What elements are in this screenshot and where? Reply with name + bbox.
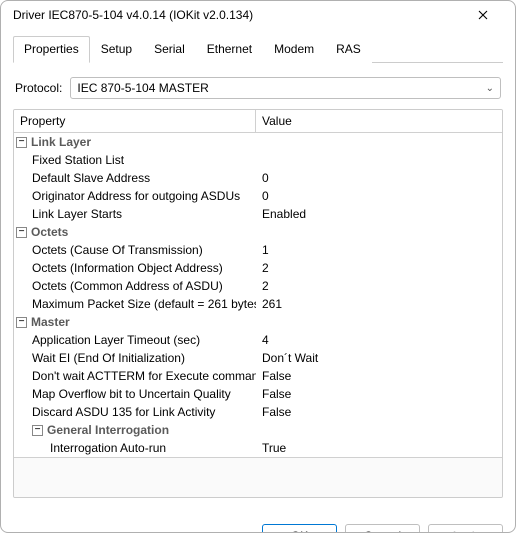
property-label: Octets <box>31 225 68 239</box>
property-cell: Maximum Packet Size (default = 261 bytes… <box>14 297 256 311</box>
close-icon <box>478 10 488 20</box>
tab-ras[interactable]: RAS <box>325 36 372 63</box>
property-cell: Fixed Station List <box>14 153 256 167</box>
property-cell: Application Layer Timeout (sec) <box>14 333 256 347</box>
value-cell[interactable]: Don´t Wait <box>256 351 502 365</box>
apply-button: Apply <box>428 524 503 533</box>
property-cell: Discard ASDU 135 for Link Activity <box>14 405 256 419</box>
value-cell[interactable]: 0 <box>256 189 502 203</box>
header-property[interactable]: Property <box>14 110 256 132</box>
property-row[interactable]: Map Overflow bit to Uncertain Quality Fal… <box>14 385 502 403</box>
property-cell: −Link Layer <box>14 135 256 149</box>
property-label: Default Slave Address <box>32 171 150 185</box>
property-cell: Octets (Common Address of ASDU) <box>14 279 256 293</box>
group-row[interactable]: −General Interrogation <box>14 421 502 439</box>
property-label: Discard ASDU 135 for Link Activity <box>32 405 215 419</box>
protocol-value: IEC 870-5-104 MASTER <box>77 81 208 95</box>
property-label: Application Layer Timeout (sec) <box>32 333 200 347</box>
titlebar: Driver IEC870-5-104 v4.0.14 (IOKit v2.0.… <box>1 1 515 29</box>
property-row[interactable]: Discard ASDU 135 for Link Activity False <box>14 403 502 421</box>
property-row[interactable]: Wait EI (End Of Initialization) Don´t Wai… <box>14 349 502 367</box>
property-cell: Originator Address for outgoing ASDUs <box>14 189 256 203</box>
property-cell: −Master <box>14 315 256 329</box>
property-cell: Don't wait ACTTERM for Execute comman... <box>14 369 256 383</box>
property-row[interactable]: Don't wait ACTTERM for Execute comman...… <box>14 367 502 385</box>
property-label: Master <box>31 315 70 329</box>
property-row[interactable]: Maximum Packet Size (default = 261 bytes… <box>14 295 502 313</box>
property-cell: Interrogation Auto-run <box>14 441 256 455</box>
window-title: Driver IEC870-5-104 v4.0.14 (IOKit v2.0.… <box>13 8 253 22</box>
collapse-icon[interactable]: − <box>16 227 27 238</box>
property-label: Don't wait ACTTERM for Execute comman... <box>32 369 256 383</box>
property-label: Link Layer <box>31 135 91 149</box>
property-label: Wait EI (End Of Initialization) <box>32 351 185 365</box>
property-label: Octets (Common Address of ASDU) <box>32 279 223 293</box>
value-cell[interactable]: False <box>256 369 502 383</box>
property-label: Fixed Station List <box>32 153 124 167</box>
tab-serial[interactable]: Serial <box>143 36 196 63</box>
tab-strip: PropertiesSetupSerialEthernetModemRAS <box>13 35 503 63</box>
chevron-down-icon: ⌄ <box>486 83 494 94</box>
property-cell: Wait EI (End Of Initialization) <box>14 351 256 365</box>
group-row[interactable]: −Link Layer <box>14 133 502 151</box>
protocol-label: Protocol: <box>15 81 62 95</box>
button-bar: OK Cancel Apply <box>1 514 515 533</box>
dialog-window: Driver IEC870-5-104 v4.0.14 (IOKit v2.0.… <box>0 0 516 533</box>
value-cell[interactable]: False <box>256 387 502 401</box>
description-panel <box>14 457 502 497</box>
content-area: PropertiesSetupSerialEthernetModemRAS Pr… <box>1 29 515 514</box>
tab-properties[interactable]: Properties <box>13 36 90 63</box>
tab-ethernet[interactable]: Ethernet <box>196 36 263 63</box>
property-cell: −General Interrogation <box>14 423 256 437</box>
property-row[interactable]: Octets (Information Object Address) 2 <box>14 259 502 277</box>
property-row[interactable]: Interrogation Auto-run True <box>14 439 502 457</box>
property-cell: Octets (Cause Of Transmission) <box>14 243 256 257</box>
property-cell: Octets (Information Object Address) <box>14 261 256 275</box>
property-cell: Map Overflow bit to Uncertain Quality <box>14 387 256 401</box>
ok-button[interactable]: OK <box>262 524 337 533</box>
protocol-row: Protocol: IEC 870-5-104 MASTER ⌄ <box>15 77 501 99</box>
property-row[interactable]: Application Layer Timeout (sec) 4 <box>14 331 502 349</box>
cancel-button[interactable]: Cancel <box>345 524 420 533</box>
collapse-icon[interactable]: − <box>32 425 43 436</box>
property-label: Map Overflow bit to Uncertain Quality <box>32 387 231 401</box>
property-label: General Interrogation <box>47 423 169 437</box>
protocol-combo[interactable]: IEC 870-5-104 MASTER ⌄ <box>70 77 501 99</box>
close-button[interactable] <box>463 1 503 29</box>
property-row[interactable]: Default Slave Address 0 <box>14 169 502 187</box>
value-cell[interactable]: 1 <box>256 243 502 257</box>
property-cell: −Octets <box>14 225 256 239</box>
property-label: Octets (Information Object Address) <box>32 261 223 275</box>
property-row[interactable]: Octets (Cause Of Transmission) 1 <box>14 241 502 259</box>
grid-body[interactable]: −Link LayerFixed Station ListDefault Sla… <box>14 133 502 457</box>
property-grid: Property Value −Link LayerFixed Station … <box>13 109 503 498</box>
group-row[interactable]: −Master <box>14 313 502 331</box>
value-cell[interactable]: 2 <box>256 261 502 275</box>
value-cell[interactable]: 2 <box>256 279 502 293</box>
property-label: Octets (Cause Of Transmission) <box>32 243 203 257</box>
value-cell[interactable]: False <box>256 405 502 419</box>
header-value[interactable]: Value <box>256 110 502 132</box>
property-row[interactable]: Link Layer Starts Enabled <box>14 205 502 223</box>
property-row[interactable]: Fixed Station List <box>14 151 502 169</box>
property-row[interactable]: Octets (Common Address of ASDU) 2 <box>14 277 502 295</box>
value-cell[interactable]: 261 <box>256 297 502 311</box>
grid-header: Property Value <box>14 110 502 133</box>
collapse-icon[interactable]: − <box>16 137 27 148</box>
tab-setup[interactable]: Setup <box>90 36 143 63</box>
property-label: Link Layer Starts <box>32 207 122 221</box>
value-cell[interactable]: 0 <box>256 171 502 185</box>
value-cell[interactable]: 4 <box>256 333 502 347</box>
property-label: Maximum Packet Size (default = 261 bytes… <box>32 297 256 311</box>
collapse-icon[interactable]: − <box>16 317 27 328</box>
property-cell: Link Layer Starts <box>14 207 256 221</box>
property-row[interactable]: Originator Address for outgoing ASDUs 0 <box>14 187 502 205</box>
group-row[interactable]: −Octets <box>14 223 502 241</box>
tab-modem[interactable]: Modem <box>263 36 325 63</box>
property-cell: Default Slave Address <box>14 171 256 185</box>
property-label: Interrogation Auto-run <box>50 441 166 455</box>
property-label: Originator Address for outgoing ASDUs <box>32 189 240 203</box>
value-cell[interactable]: Enabled <box>256 207 502 221</box>
value-cell[interactable]: True <box>256 441 502 455</box>
